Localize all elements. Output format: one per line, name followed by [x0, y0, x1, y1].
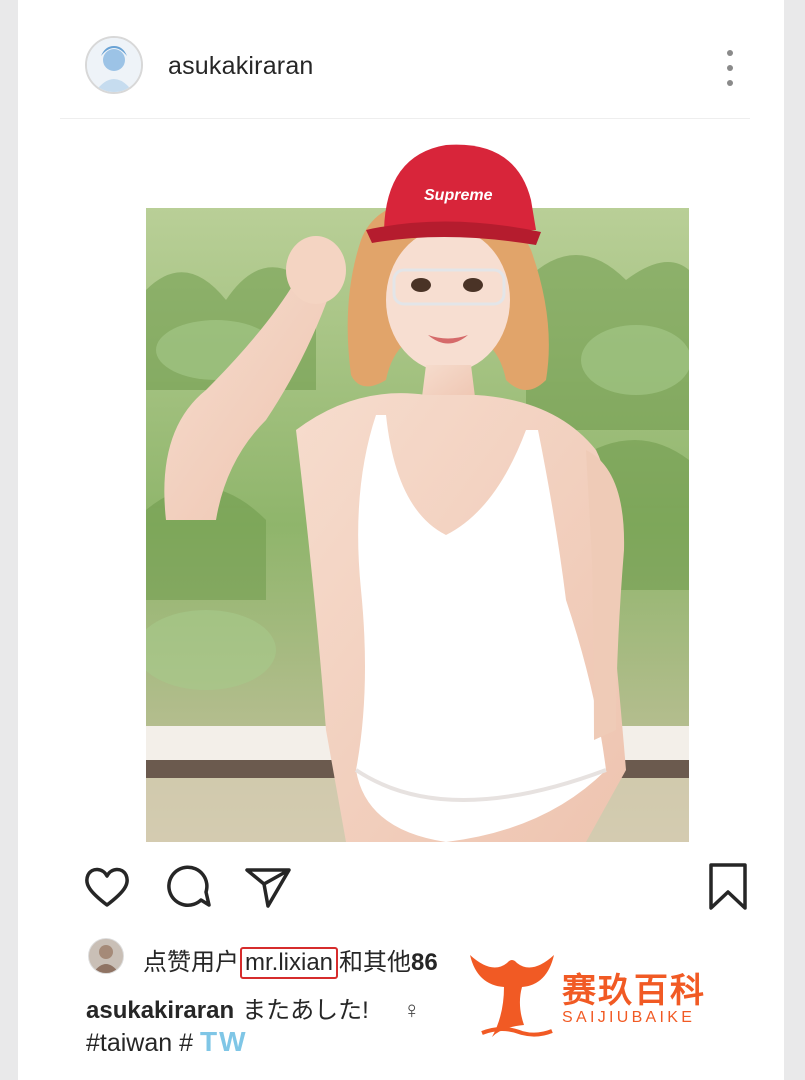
post-caption: asukakiraran またあした! ♀: [86, 990, 421, 1025]
watermark-title: 赛玖百科: [562, 972, 706, 1010]
likes-count[interactable]: 86: [411, 949, 438, 976]
comment-icon[interactable]: [163, 862, 213, 912]
caption-text: またあした!: [242, 997, 369, 1024]
hashtag-taiwan[interactable]: #taiwan: [86, 1029, 172, 1057]
watermark-subtitle: SAIJIUBAIKE: [562, 1009, 696, 1026]
caption-symbol: ♀: [402, 997, 421, 1024]
likes-suffix: 和其他: [339, 949, 412, 976]
avatar-image: [87, 38, 141, 92]
photo-image: Supreme: [146, 130, 689, 842]
send-icon[interactable]: [243, 862, 293, 912]
hashtags: #taiwan # TW: [86, 1026, 248, 1058]
hashtag-tw[interactable]: TW: [200, 1026, 248, 1057]
whale-tail-logo: [470, 955, 554, 1037]
likes-prefix: 点赞用户: [143, 949, 239, 976]
svg-text:Supreme: Supreme: [424, 187, 493, 204]
caption-username[interactable]: asukakiraran: [86, 997, 234, 1024]
profile-avatar[interactable]: [85, 36, 143, 94]
watermark: 赛玖百科 SAIJIUBAIKE: [462, 945, 752, 1045]
post-username[interactable]: asukakiraran: [168, 52, 314, 81]
hashtag-prefix[interactable]: #: [179, 1029, 193, 1057]
more-vertical-icon[interactable]: [718, 50, 742, 86]
bookmark-icon[interactable]: [703, 862, 753, 912]
header-divider: [60, 118, 750, 119]
liker-avatar[interactable]: [88, 938, 124, 974]
post-photo[interactable]: Supreme: [146, 130, 689, 842]
post-card: asukakiraran Supreme 点赞用户 mr.lixian 和其他8…: [18, 0, 784, 1080]
liked-by-user-link[interactable]: mr.lixian: [240, 947, 339, 979]
heart-icon[interactable]: [82, 862, 132, 912]
likes-summary: 点赞用户 mr.lixian 和其他86: [143, 942, 438, 979]
